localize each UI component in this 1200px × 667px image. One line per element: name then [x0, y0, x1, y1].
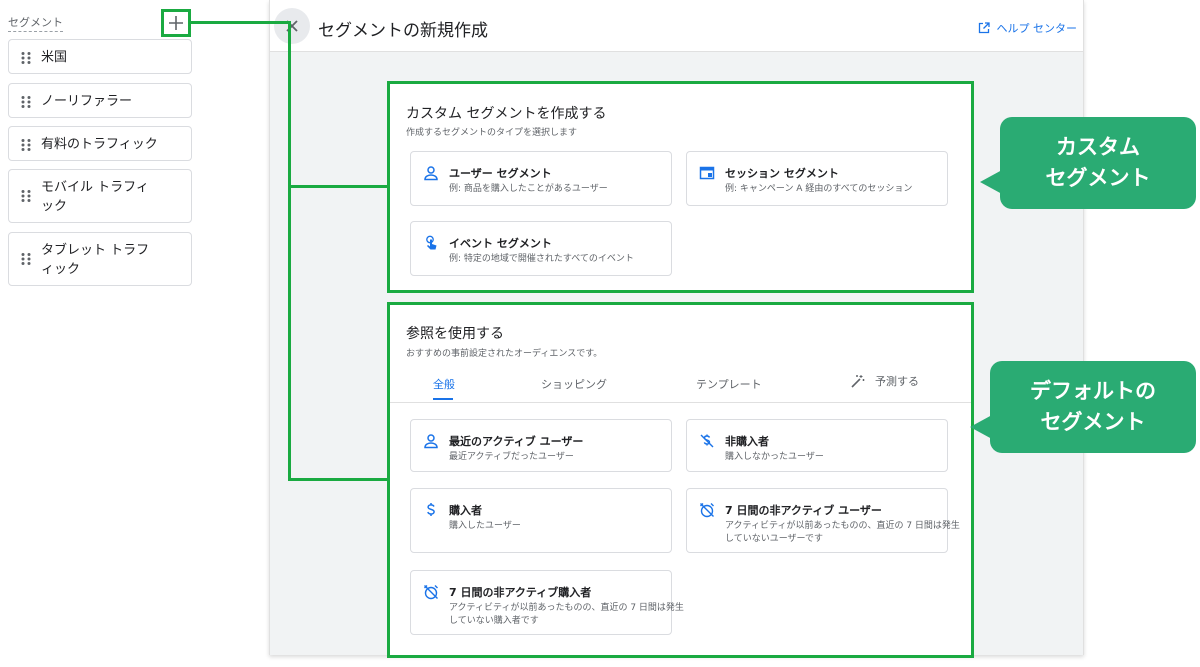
close-button[interactable]	[274, 8, 310, 44]
drag-handle-icon[interactable]	[19, 189, 33, 203]
option-subtitle: アクティビティが以前あったものの、直近の 7 日間は発生していないユーザーです	[725, 521, 960, 544]
reference-card-subtitle: おすすめの事前設定されたオーディエンスです。	[406, 349, 603, 359]
purchasers-option[interactable]: 購入者 購入したユーザー	[410, 488, 672, 553]
inactive-7day-users-option[interactable]: 7 日間の非アクティブ ユーザー アクティビティが以前あったものの、直近の 7 …	[686, 488, 960, 553]
option-subtitle: アクティビティが以前あったものの、直近の 7 日間は発生していない購入者です	[449, 603, 684, 626]
option-subtitle: 購入しなかったユーザー	[725, 452, 824, 462]
non-purchasers-option[interactable]: 非購入者 購入しなかったユーザー	[686, 419, 948, 472]
recent-active-users-option[interactable]: 最近のアクティブ ユーザー 最近アクティブだったユーザー	[410, 419, 672, 472]
sidebar-item-us[interactable]: 米国	[8, 39, 192, 74]
tab-shopping[interactable]: ショッピング	[541, 376, 607, 392]
tab-predictive-label: 予測する	[875, 375, 919, 388]
option-title: 最近のアクティブ ユーザー	[449, 435, 584, 448]
sidebar-item-mobile-traffic[interactable]: モバイル トラフィ ック	[8, 169, 192, 223]
option-subtitle: 例: 商品を購入したことがあるユーザー	[449, 184, 608, 194]
inactive-7day-purchasers-option[interactable]: 7 日間の非アクティブ購入者 アクティビティが以前あったものの、直近の 7 日間…	[410, 570, 684, 635]
alarm-off-icon	[700, 503, 714, 518]
dollar-icon	[427, 503, 435, 516]
option-subtitle: 例: 特定の地域で開催されたすべてのイベント	[449, 254, 634, 264]
page-title: セグメントの新規作成	[318, 21, 488, 41]
custom-segment-callout: カスタム セグメント	[1000, 117, 1196, 209]
option-subtitle: 最近アクティブだったユーザー	[449, 452, 574, 462]
plus-icon	[169, 16, 183, 30]
sidebar-item-label: タブレット トラフ ィック	[41, 243, 150, 277]
sidebar-item-paid-traffic[interactable]: 有料のトラフィック	[8, 126, 192, 161]
active-tab-indicator	[433, 398, 453, 400]
drag-handle-icon[interactable]	[19, 95, 33, 109]
panel-header: セグメントの新規作成 ヘルプ センター	[270, 0, 1083, 52]
option-title: イベント セグメント	[449, 237, 552, 250]
no-money-icon	[700, 434, 714, 448]
reference-card-title: 参照を使用する	[406, 326, 504, 342]
sidebar-item-label: 米国	[41, 50, 68, 65]
drag-handle-icon[interactable]	[19, 138, 33, 152]
session-segment-option[interactable]: セッション セグメント 例: キャンペーン A 経由のすべてのセッション	[686, 151, 948, 206]
add-segment-button[interactable]	[161, 9, 191, 37]
help-center-label: ヘルプ センター	[996, 22, 1078, 35]
custom-segment-card: カスタム セグメントを作成する 作成するセグメントのタイプを選択します ユーザー…	[388, 82, 972, 290]
default-segment-callout: デフォルトの セグメント	[990, 361, 1196, 453]
drag-handle-icon[interactable]	[19, 51, 33, 65]
touch-icon	[426, 235, 437, 250]
tab-divider	[388, 402, 972, 403]
option-subtitle: 例: キャンペーン A 経由のすべてのセッション	[725, 184, 913, 194]
close-icon	[286, 20, 298, 32]
option-title: 購入者	[449, 504, 482, 517]
option-title: セッション セグメント	[725, 167, 839, 180]
sidebar-header: セグメント	[8, 14, 63, 32]
help-center-link[interactable]: ヘルプ センター	[978, 20, 1078, 36]
custom-card-subtitle: 作成するセグメントのタイプを選択します	[406, 128, 578, 138]
option-title: 非購入者	[725, 435, 769, 448]
sidebar-item-no-referrer[interactable]: ノーリファラー	[8, 83, 192, 118]
segment-sidebar: セグメント 米国 ノーリファラー 有料のトラフィック モバイル トラフィ ック …	[0, 0, 200, 667]
tab-general[interactable]: 全般	[433, 376, 455, 392]
event-segment-option[interactable]: イベント セグメント 例: 特定の地域で開催されたすべてのイベント	[410, 221, 672, 276]
alarm-off-icon	[424, 585, 438, 600]
option-title: 7 日間の非アクティブ購入者	[449, 586, 592, 599]
callout-pointer	[980, 170, 1002, 194]
option-title: ユーザー セグメント	[449, 167, 552, 180]
magic-wand-icon	[851, 375, 865, 388]
user-segment-option[interactable]: ユーザー セグメント 例: 商品を購入したことがあるユーザー	[410, 151, 672, 206]
tab-templates[interactable]: テンプレート	[696, 376, 762, 392]
session-icon	[699, 166, 715, 180]
sidebar-item-label: 有料のトラフィック	[41, 137, 158, 152]
person-icon	[424, 434, 438, 449]
option-title: 7 日間の非アクティブ ユーザー	[725, 504, 882, 517]
callout-pointer	[970, 415, 992, 439]
person-icon	[424, 166, 438, 181]
option-subtitle: 購入したユーザー	[449, 521, 521, 531]
drag-handle-icon[interactable]	[19, 252, 33, 266]
tab-predictive[interactable]: 予測する	[851, 373, 919, 389]
open-in-new-icon	[978, 22, 990, 34]
sidebar-item-label: モバイル トラフィ ック	[41, 180, 149, 214]
custom-card-title: カスタム セグメントを作成する	[406, 106, 607, 122]
sidebar-item-tablet-traffic[interactable]: タブレット トラフ ィック	[8, 232, 192, 286]
sidebar-item-label: ノーリファラー	[41, 94, 133, 109]
